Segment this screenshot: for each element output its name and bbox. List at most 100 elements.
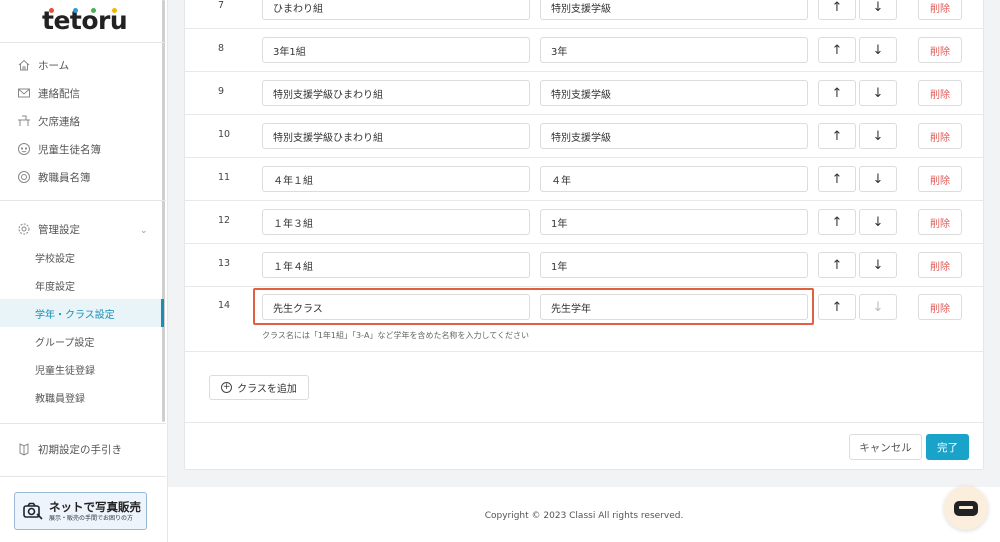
move-down-button[interactable]: ↓ bbox=[859, 166, 897, 192]
plus-circle-icon: + bbox=[221, 382, 233, 393]
delete-button[interactable]: 削除 bbox=[918, 166, 962, 192]
class-name-input[interactable]: １年３組 bbox=[262, 209, 530, 235]
delete-button[interactable]: 削除 bbox=[918, 80, 962, 106]
chevron-down-icon[interactable]: ⌄ bbox=[140, 226, 148, 236]
class-row: 8 3年1組 3年 ↑ ↓ 削除 bbox=[185, 29, 983, 72]
sidebar-divider bbox=[0, 42, 166, 43]
grade-name-input[interactable]: 特別支援学級 bbox=[540, 123, 808, 149]
nav-home[interactable]: ホーム bbox=[0, 53, 162, 77]
delete-button[interactable]: 削除 bbox=[918, 252, 962, 278]
move-up-button[interactable]: ↑ bbox=[818, 166, 856, 192]
move-up-button[interactable]: ↑ bbox=[818, 0, 856, 20]
class-name-input[interactable]: ひまわり組 bbox=[262, 0, 530, 20]
row-number: 11 bbox=[218, 172, 231, 183]
grade-name-input[interactable]: 先生学年 bbox=[540, 294, 808, 320]
done-button[interactable]: 完了 bbox=[926, 434, 969, 460]
desk-icon bbox=[17, 114, 31, 128]
move-down-button[interactable]: ↓ bbox=[859, 80, 897, 106]
delete-button[interactable]: 削除 bbox=[918, 123, 962, 149]
photo-sales-banner[interactable]: ネットで写真販売 展示・販売の手間でお困りの方 bbox=[14, 492, 147, 530]
class-name-input[interactable]: 特別支援学級ひまわり組 bbox=[262, 80, 530, 106]
nav-setup-guide-label: 初期設定の手引き bbox=[38, 443, 122, 456]
nav-admin-settings[interactable]: 管理設定 bbox=[0, 217, 162, 241]
add-class-button[interactable]: + クラスを追加 bbox=[209, 375, 309, 400]
grade-name-input[interactable]: 特別支援学級 bbox=[540, 0, 808, 20]
move-up-button[interactable]: ↑ bbox=[818, 252, 856, 278]
delete-button[interactable]: 削除 bbox=[918, 0, 962, 20]
delete-button[interactable]: 削除 bbox=[918, 37, 962, 63]
sub-student-registration[interactable]: 児童生徒登録 bbox=[0, 355, 164, 383]
sub-grade-class-settings[interactable]: 学年・クラス設定 bbox=[0, 299, 164, 327]
sub-student-registration-label: 児童生徒登録 bbox=[35, 365, 95, 377]
grade-name-input[interactable]: 1年 bbox=[540, 252, 808, 278]
delete-button[interactable]: 削除 bbox=[918, 294, 962, 320]
class-name-input[interactable]: ４年１組 bbox=[262, 166, 530, 192]
nav-absence[interactable]: 欠席連絡 bbox=[0, 109, 162, 133]
copyright-text: Copyright © 2023 Classi All rights reser… bbox=[484, 511, 684, 521]
sidebar-divider bbox=[0, 200, 166, 201]
nav-absence-label: 欠席連絡 bbox=[38, 115, 80, 128]
sidebar-divider bbox=[0, 423, 166, 424]
move-down-button[interactable]: ↓ bbox=[859, 123, 897, 149]
class-row: 7 ひまわり組 特別支援学級 ↑ ↓ 削除 bbox=[185, 0, 983, 29]
nav-home-label: ホーム bbox=[38, 59, 70, 72]
cancel-button[interactable]: キャンセル bbox=[849, 434, 922, 460]
sub-grade-class-settings-label: 学年・クラス設定 bbox=[35, 309, 115, 321]
move-up-button[interactable]: ↑ bbox=[818, 37, 856, 63]
chat-icon bbox=[954, 500, 978, 516]
app-logo[interactable]: tetoru bbox=[42, 6, 128, 35]
nav-students[interactable]: 児童生徒名簿 bbox=[0, 137, 162, 161]
footer: Copyright © 2023 Classi All rights reser… bbox=[168, 487, 1000, 542]
class-name-input[interactable]: 先生クラス bbox=[262, 294, 530, 320]
sub-year-settings[interactable]: 年度設定 bbox=[0, 271, 164, 299]
move-up-button[interactable]: ↑ bbox=[818, 123, 856, 149]
row-number: 10 bbox=[218, 129, 231, 140]
sub-school-settings[interactable]: 学校設定 bbox=[0, 243, 164, 271]
photo-icon bbox=[22, 500, 44, 522]
move-down-button[interactable]: ↓ bbox=[859, 294, 897, 320]
logo-dot-2 bbox=[73, 8, 78, 13]
nav-teachers[interactable]: 教職員名簿 bbox=[0, 165, 162, 189]
mail-icon bbox=[17, 86, 31, 100]
nav-teachers-label: 教職員名簿 bbox=[38, 171, 91, 184]
sidebar-divider bbox=[0, 476, 166, 477]
class-row: 13 １年４組 1年 ↑ ↓ 削除 bbox=[185, 244, 983, 287]
row-number: 12 bbox=[218, 215, 231, 226]
book-icon bbox=[17, 442, 31, 456]
move-down-button[interactable]: ↓ bbox=[859, 37, 897, 63]
grade-name-input[interactable]: 3年 bbox=[540, 37, 808, 63]
sub-year-settings-label: 年度設定 bbox=[35, 281, 75, 293]
promo-text: ネットで写真販売 展示・販売の手間でお困りの方 bbox=[49, 500, 141, 523]
move-down-button[interactable]: ↓ bbox=[859, 209, 897, 235]
class-row: 10 特別支援学級ひまわり組 特別支援学級 ↑ ↓ 削除 bbox=[185, 115, 983, 158]
card-divider bbox=[185, 422, 983, 423]
move-up-button[interactable]: ↑ bbox=[818, 80, 856, 106]
grade-name-input[interactable]: 1年 bbox=[540, 209, 808, 235]
class-name-input[interactable]: 3年1組 bbox=[262, 37, 530, 63]
grade-name-input[interactable]: 特別支援学級 bbox=[540, 80, 808, 106]
add-class-label: クラスを追加 bbox=[237, 384, 297, 395]
class-settings-card: 14 先生クラス 先生学年 ↑ ↓ 削除 13 １年４組 1年 ↑ ↓ 削除 12 １年３組 1年 ↑ ↓ 削除 1… bbox=[184, 0, 984, 470]
delete-button[interactable]: 削除 bbox=[918, 209, 962, 235]
home-icon bbox=[17, 58, 31, 72]
teacher-icon bbox=[17, 170, 31, 184]
chat-support-button[interactable] bbox=[944, 486, 988, 530]
class-name-input[interactable]: １年４組 bbox=[262, 252, 530, 278]
row-number: 7 bbox=[218, 0, 225, 11]
student-icon bbox=[17, 142, 31, 156]
move-up-button[interactable]: ↑ bbox=[818, 209, 856, 235]
move-down-button[interactable]: ↓ bbox=[859, 0, 897, 20]
move-up-button[interactable]: ↑ bbox=[818, 294, 856, 320]
grade-name-input[interactable]: ４年 bbox=[540, 166, 808, 192]
class-name-input[interactable]: 特別支援学級ひまわり組 bbox=[262, 123, 530, 149]
sub-teacher-registration[interactable]: 教職員登録 bbox=[0, 383, 164, 411]
class-row: 9 特別支援学級ひまわり組 特別支援学級 ↑ ↓ 削除 bbox=[185, 72, 983, 115]
class-name-hint: クラス名には「1年1組」「3-A」など学年を含めた名称を入力してください bbox=[262, 331, 529, 340]
sub-group-settings[interactable]: グループ設定 bbox=[0, 327, 164, 355]
nav-setup-guide[interactable]: 初期設定の手引き bbox=[0, 437, 162, 461]
class-row: 12 １年３組 1年 ↑ ↓ 削除 bbox=[185, 201, 983, 244]
nav-messages[interactable]: 連絡配信 bbox=[0, 81, 162, 105]
move-down-button[interactable]: ↓ bbox=[859, 252, 897, 278]
sub-group-settings-label: グループ設定 bbox=[35, 337, 95, 349]
logo-dot-1 bbox=[49, 8, 54, 13]
